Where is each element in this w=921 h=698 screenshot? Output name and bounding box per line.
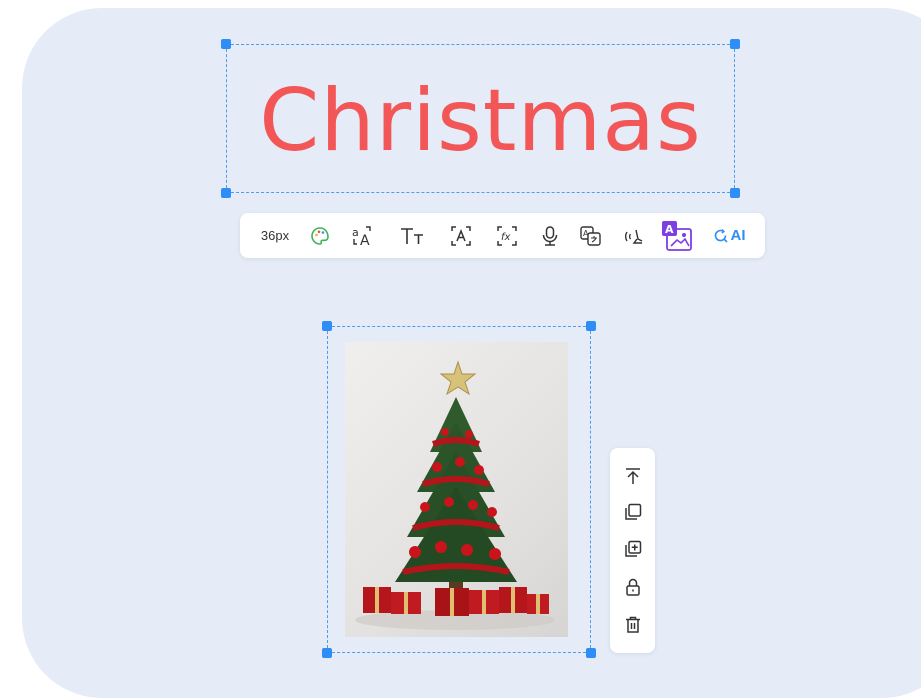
add-page-icon[interactable] (610, 531, 655, 567)
text-toolbar: 36px a A fx A A AI (240, 213, 765, 258)
text-to-image-icon[interactable]: A (657, 213, 697, 258)
text-size-icon[interactable] (398, 213, 426, 258)
voice-wave-icon[interactable] (620, 213, 648, 258)
bring-to-front-icon[interactable] (610, 458, 655, 494)
duplicate-icon[interactable] (610, 494, 655, 530)
resize-handle-bottom-right[interactable] (730, 188, 740, 198)
svg-text:a: a (352, 226, 359, 239)
resize-handle-top-right[interactable] (730, 39, 740, 49)
svg-text:A: A (583, 229, 589, 238)
lock-icon[interactable] (610, 569, 655, 605)
svg-text:A: A (360, 233, 370, 247)
svg-text:A: A (665, 223, 674, 236)
resize-handle-bottom-right[interactable] (586, 648, 596, 658)
font-size-label: 36px (260, 228, 290, 243)
text-frame-icon[interactable] (447, 213, 475, 258)
translate-icon[interactable]: A (577, 213, 605, 258)
ai-refresh-icon (714, 228, 728, 243)
palette-icon[interactable] (306, 213, 334, 258)
microphone-icon[interactable] (536, 213, 564, 258)
font-case-icon[interactable]: a A (350, 213, 378, 258)
delete-icon[interactable] (610, 607, 655, 643)
element-side-toolbar (610, 448, 655, 653)
christmas-tree-image[interactable] (345, 342, 568, 637)
font-size-button[interactable]: 36px (254, 213, 296, 258)
ai-label: AI (730, 227, 746, 244)
ai-button[interactable]: AI (708, 213, 750, 258)
title-text[interactable]: Christmas (227, 47, 734, 194)
resize-handle-bottom-left[interactable] (322, 648, 332, 658)
resize-handle-top-left[interactable] (221, 39, 231, 49)
svg-text:fx: fx (501, 232, 511, 243)
function-icon[interactable]: fx (493, 213, 521, 258)
resize-handle-bottom-left[interactable] (221, 188, 231, 198)
title-selection-frame[interactable]: Christmas (226, 44, 735, 193)
resize-handle-top-right[interactable] (586, 321, 596, 331)
resize-handle-top-left[interactable] (322, 321, 332, 331)
